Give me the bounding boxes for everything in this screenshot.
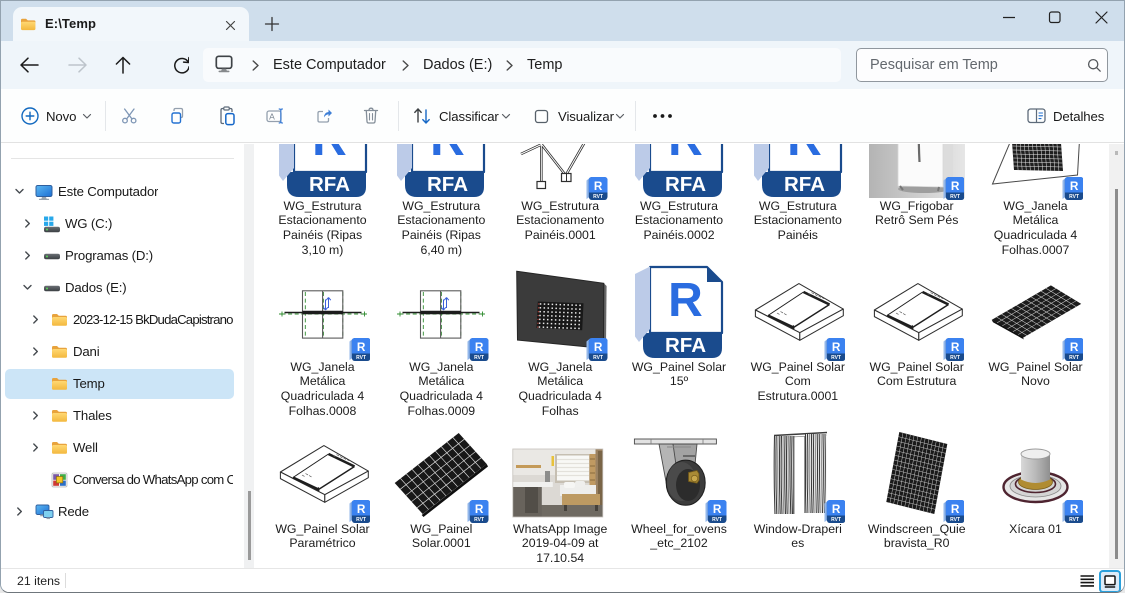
svg-text:A: A bbox=[269, 112, 275, 122]
